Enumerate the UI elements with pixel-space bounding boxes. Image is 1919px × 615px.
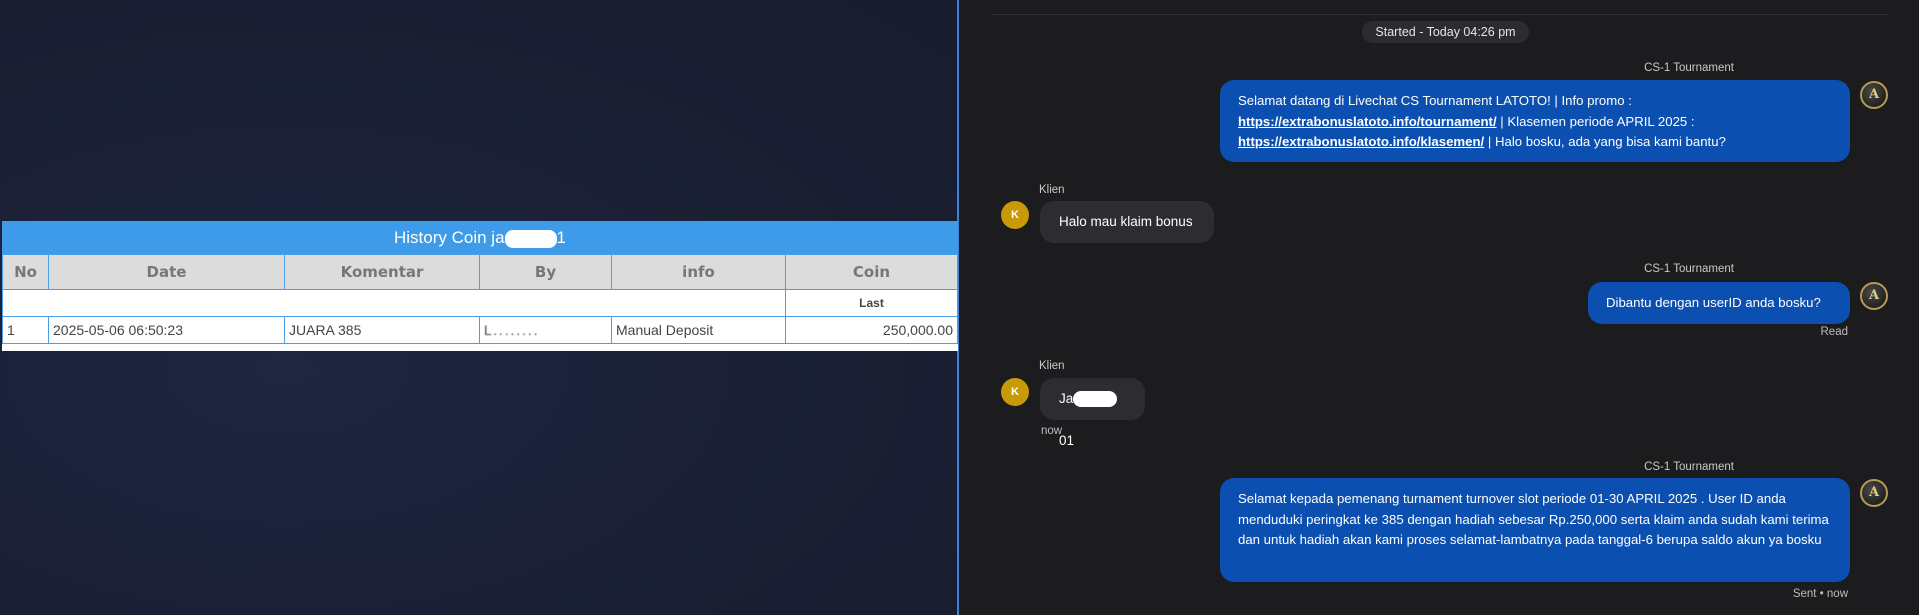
- userid-prefix: Ja: [1059, 391, 1074, 406]
- agent-avatar: A: [1860, 282, 1888, 310]
- history-title-text: History Coin ja: [393, 228, 505, 247]
- welcome-text: Selamat datang di Livechat CS Tournament…: [1238, 93, 1632, 108]
- redacted-username: [504, 229, 557, 248]
- header-date: Date: [48, 254, 285, 290]
- header-by: By: [479, 254, 612, 290]
- table-row: 1 2025-05-06 06:50:23 JUARA 385 L . . . …: [2, 316, 958, 344]
- sent-status: Sent • now: [1792, 588, 1848, 600]
- divider: [991, 14, 1889, 15]
- history-title: History Coin ja 1: [2, 221, 958, 254]
- agent-name: CS-1 Tournament: [1644, 263, 1734, 275]
- cell-komentar: JUARA 385: [284, 316, 480, 344]
- header-coin: Coin: [785, 254, 958, 290]
- client-avatar: K: [1001, 201, 1029, 229]
- history-table: No Date Komentar By info Coin Last 1 202…: [2, 254, 958, 344]
- cell-coin: 250,000.00: [785, 316, 958, 344]
- agent-message-welcome: Selamat datang di Livechat CS Tournament…: [1220, 80, 1850, 162]
- agent-name: CS-1 Tournament: [1644, 461, 1734, 473]
- table-header-row: No Date Komentar By info Coin: [2, 254, 958, 290]
- last-row-spacer: [2, 289, 786, 317]
- chat-panel[interactable]: Started - Today 04:26 pm CS-1 Tournament…: [961, 0, 1919, 615]
- greeting-text: | Halo bosku, ada yang bisa kami bantu?: [1484, 134, 1726, 149]
- session-started-label: Started - Today 04:26 pm: [1362, 21, 1529, 43]
- client-message-time: now: [1041, 425, 1063, 437]
- cell-info: Manual Deposit: [611, 316, 786, 344]
- client-name: Klien: [1039, 360, 1065, 372]
- client-message: Halo mau klaim bonus: [1040, 201, 1214, 243]
- client-name: Klien: [1039, 184, 1065, 196]
- klasemen-text: | Klasemen periode APRIL 2025 :: [1496, 113, 1695, 129]
- agent-avatar: A: [1860, 479, 1888, 507]
- header-no: No: [2, 254, 49, 290]
- cell-no: 1: [2, 316, 49, 344]
- client-message-userid: Ja01: [1040, 378, 1145, 448]
- redacted-userid: [1073, 391, 1118, 408]
- history-coin-table: History Coin ja 1 No Date Komentar By inf…: [2, 221, 958, 351]
- client-avatar: K: [1001, 378, 1029, 406]
- last-label: Last: [785, 289, 958, 317]
- history-title-suffix: 1: [556, 228, 566, 247]
- header-komentar: Komentar: [284, 254, 480, 290]
- header-info: info: [611, 254, 786, 290]
- cell-date: 2025-05-06 06:50:23: [48, 316, 285, 344]
- tournament-link[interactable]: https://extrabonuslatoto.info/tournament…: [1238, 114, 1497, 129]
- history-panel: History Coin ja 1 No Date Komentar By inf…: [0, 0, 959, 615]
- cell-by: L . . . . . . . .: [479, 316, 612, 344]
- read-status: Read: [1820, 326, 1849, 338]
- agent-message-userid: Dibantu dengan userID anda bosku?: [1588, 282, 1850, 324]
- agent-avatar: A: [1860, 81, 1888, 109]
- agent-name: CS-1 Tournament: [1644, 62, 1734, 74]
- agent-message-winner: Selamat kepada pemenang turnament turnov…: [1220, 478, 1850, 582]
- last-row: Last: [2, 289, 958, 317]
- klasemen-link[interactable]: https://extrabonuslatoto.info/klasemen/: [1238, 134, 1484, 149]
